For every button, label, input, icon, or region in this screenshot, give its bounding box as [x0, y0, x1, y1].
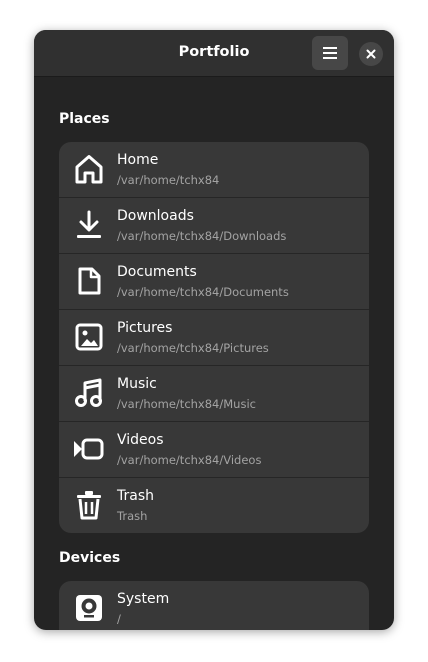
place-row-trash[interactable]: Trash Trash	[59, 478, 369, 533]
place-path: /var/home/tchx84/Music	[117, 397, 256, 411]
drive-icon	[76, 595, 102, 621]
place-path: /var/home/tchx84/Videos	[117, 453, 262, 467]
place-path: /var/home/tchx84/Pictures	[117, 341, 269, 355]
hamburger-menu-icon	[323, 47, 337, 59]
devices-section-title: Devices	[59, 550, 121, 566]
place-row-pictures[interactable]: Pictures /var/home/tchx84/Pictures	[59, 310, 369, 366]
video-icon	[74, 438, 104, 460]
place-row-home[interactable]: Home /var/home/tchx84	[59, 142, 369, 198]
places-section-title: Places	[59, 111, 110, 127]
place-path: /var/home/tchx84/Downloads	[117, 229, 287, 243]
place-path: Trash	[117, 509, 148, 523]
device-row-system[interactable]: System /	[59, 581, 369, 630]
place-path: /var/home/tchx84	[117, 173, 220, 187]
portfolio-window: Portfolio Places Home /var/home/tchx84 D…	[34, 30, 394, 630]
device-name: System	[117, 591, 170, 607]
close-button[interactable]	[359, 42, 383, 66]
device-path: /	[117, 612, 121, 626]
document-icon	[78, 267, 101, 295]
place-name: Downloads	[117, 208, 194, 224]
place-name: Videos	[117, 432, 164, 448]
devices-list: System /	[59, 581, 369, 630]
places-list: Home /var/home/tchx84 Downloads /var/hom…	[59, 142, 369, 533]
place-name: Home	[117, 152, 159, 168]
header-bar: Portfolio	[34, 30, 394, 77]
trash-icon	[77, 491, 101, 520]
music-icon	[75, 378, 102, 407]
place-path: /var/home/tchx84/Documents	[117, 285, 289, 299]
place-row-videos[interactable]: Videos /var/home/tchx84/Videos	[59, 422, 369, 478]
menu-button[interactable]	[312, 36, 348, 70]
place-name: Pictures	[117, 320, 173, 336]
place-row-documents[interactable]: Documents /var/home/tchx84/Documents	[59, 254, 369, 310]
picture-icon	[75, 323, 103, 351]
download-icon	[77, 210, 101, 238]
close-icon	[366, 49, 376, 59]
place-row-music[interactable]: Music /var/home/tchx84/Music	[59, 366, 369, 422]
place-row-downloads[interactable]: Downloads /var/home/tchx84/Downloads	[59, 198, 369, 254]
place-name: Music	[117, 376, 157, 392]
place-name: Trash	[117, 488, 154, 504]
home-icon	[75, 155, 103, 184]
place-name: Documents	[117, 264, 197, 280]
